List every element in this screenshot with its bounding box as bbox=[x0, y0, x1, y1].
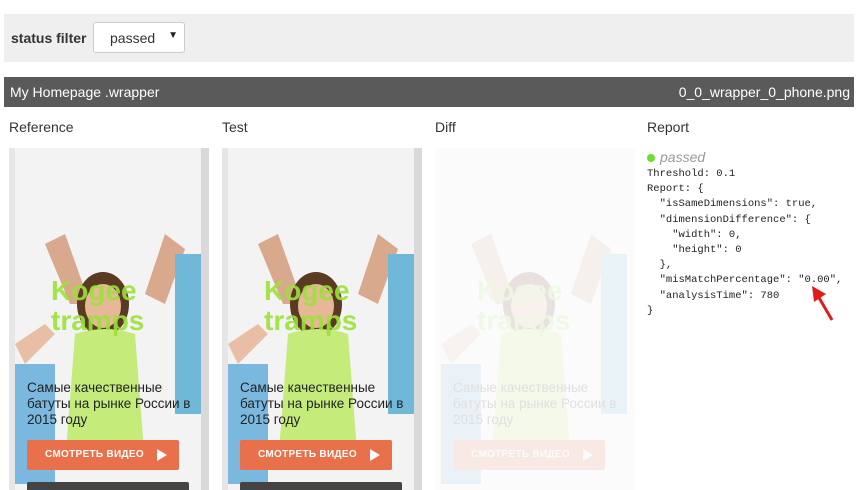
test-file-name: 0_0_wrapper_0_phone.png bbox=[678, 84, 850, 100]
diff-image[interactable]: Kogee tramps Самые качественные батуты на… bbox=[435, 148, 635, 490]
play-icon bbox=[370, 449, 380, 461]
status-filter-value: passed bbox=[110, 30, 156, 46]
report-column-label: Report bbox=[647, 119, 690, 135]
play-icon bbox=[157, 449, 167, 461]
report-status: passed bbox=[647, 149, 705, 165]
status-filter-label: status filter bbox=[11, 30, 87, 46]
report-status-text: passed bbox=[660, 149, 706, 165]
test-name: My Homepage .wrapper bbox=[10, 84, 160, 100]
hero-caption: Самые качественные батуты на рынке Росси… bbox=[453, 380, 617, 427]
diff-column-label: Diff bbox=[435, 119, 456, 135]
watch-video-label: СМОТРЕТЬ ВИДЕО bbox=[471, 449, 570, 460]
reference-image[interactable]: Kogee tramps Самые качественные батуты на… bbox=[9, 148, 209, 490]
reference-column-label: Reference bbox=[9, 119, 74, 135]
watch-video-button: СМОТРЕТЬ ВИДЕО bbox=[453, 440, 605, 470]
brand-logo: Kogee tramps bbox=[477, 275, 571, 336]
chevron-down-icon: ▼ bbox=[168, 30, 178, 41]
watch-video-label: СМОТРЕТЬ ВИДЕО bbox=[258, 449, 357, 460]
red-arrow-annotation-icon bbox=[812, 286, 834, 321]
play-icon bbox=[583, 449, 593, 461]
hero-caption: Самые качественные батуты на рынке Росси… bbox=[27, 380, 191, 427]
status-dot-icon bbox=[647, 154, 655, 163]
test-column-label: Test bbox=[222, 119, 248, 135]
test-image[interactable]: Kogee tramps Самые качественные батуты на… bbox=[222, 148, 422, 490]
watch-video-button: СМОТРЕТЬ ВИДЕО bbox=[240, 440, 392, 470]
filter-bar: status filter passed ▼ bbox=[4, 14, 854, 62]
hero-caption: Самые качественные батуты на рынке Росси… bbox=[240, 380, 404, 427]
test-header: My Homepage .wrapper 0_0_wrapper_0_phone… bbox=[4, 77, 854, 107]
brand-logo: Kogee tramps bbox=[51, 275, 145, 336]
watch-video-label: СМОТРЕТЬ ВИДЕО bbox=[45, 449, 144, 460]
status-filter-select[interactable]: passed ▼ bbox=[93, 22, 185, 53]
brand-logo: Kogee tramps bbox=[264, 275, 358, 336]
watch-video-button: СМОТРЕТЬ ВИДЕО bbox=[27, 440, 179, 470]
